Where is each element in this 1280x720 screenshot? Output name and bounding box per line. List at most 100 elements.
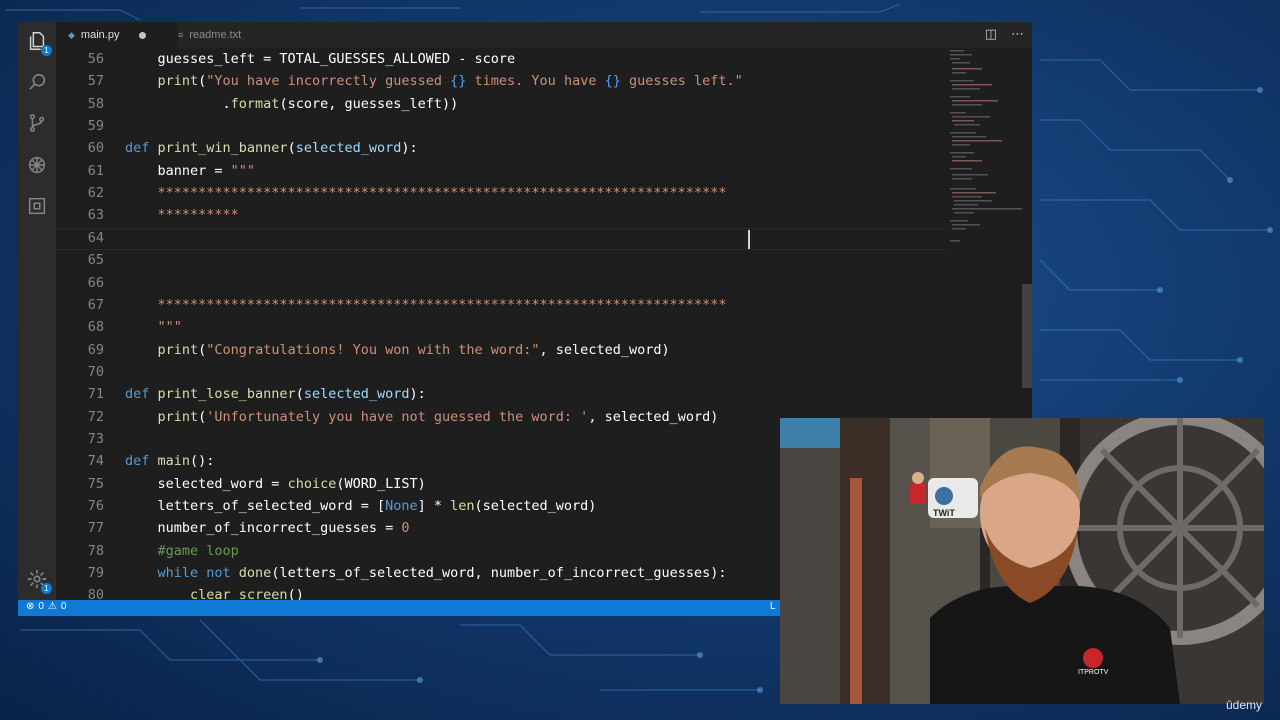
files-icon[interactable]: 1 (26, 30, 52, 56)
code-text: """ (125, 316, 182, 338)
code-token: ********** (125, 207, 239, 224)
code-line[interactable]: 62 *************************************… (56, 182, 946, 204)
line-number: 65 (87, 252, 104, 269)
code-token: print (157, 341, 199, 358)
code-text: def main(): (125, 450, 214, 472)
tab-readme-txt[interactable]: ≡ readme.txt (166, 22, 294, 48)
line-number: 72 (87, 408, 104, 425)
code-text: clear_screen() (125, 584, 304, 600)
code-text: print("Congratulations! You won with the… (125, 339, 670, 361)
status-right-text[interactable]: L (770, 601, 776, 612)
code-token: ****************************************… (125, 185, 727, 202)
code-token: choice (287, 475, 337, 492)
code-token: 0 (401, 520, 410, 537)
code-token: while not (157, 565, 239, 582)
extensions-icon[interactable] (26, 195, 48, 217)
code-line[interactable]: 66 (56, 272, 946, 294)
problems-indicator[interactable]: ⊗ 0 ⚠ 0 (26, 601, 66, 612)
line-number: 66 (87, 274, 104, 291)
line-number: 78 (87, 542, 104, 559)
code-token: {} (450, 73, 467, 90)
code-token: None (385, 498, 418, 514)
code-line[interactable]: 70 (56, 361, 946, 383)
code-line[interactable]: 59 (56, 115, 946, 137)
split-editor-icon[interactable]: ◫ (985, 27, 997, 42)
code-token: {} (604, 73, 621, 90)
more-actions-icon[interactable]: ⋯ (1011, 27, 1024, 42)
debug-icon[interactable] (26, 154, 48, 176)
webcam-scene: TWiT ITPROTV (780, 418, 1264, 704)
line-number: 80 (87, 587, 104, 600)
code-text: guesses_left = TOTAL_GUESSES_ALLOWED - s… (125, 48, 516, 70)
code-line[interactable]: 65 (56, 249, 946, 271)
code-line[interactable]: 58 .format(score, guesses_left)) (56, 93, 946, 115)
code-line[interactable]: 68 """ (56, 316, 946, 338)
code-token: "Congratulations! You won with the word:… (206, 341, 540, 358)
error-icon: ⊗ (26, 601, 35, 612)
code-token: ] * (417, 498, 451, 514)
source-control-icon[interactable] (26, 112, 48, 134)
code-line[interactable]: 60 def print_win_banner(selected_word): (56, 137, 946, 159)
code-text: #game loop (125, 540, 239, 562)
code-line[interactable]: 57 print("You have incorrectly guessed {… (56, 70, 946, 92)
code-token: guesses_left = TOTAL_GUESSES_ALLOWED - s… (125, 51, 516, 67)
code-line[interactable]: 67 *************************************… (56, 294, 946, 316)
code-token: , selected_word) (539, 341, 670, 358)
code-token: , selected_word) (588, 408, 719, 425)
code-line[interactable]: 56 guesses_left = TOTAL_GUESSES_ALLOWED … (56, 48, 946, 70)
code-text: ****************************************… (125, 182, 727, 204)
line-number: 67 (87, 296, 104, 313)
code-token: (letters_of_selected_word, number_of_inc… (271, 565, 727, 582)
code-token: print_lose_banner (157, 386, 296, 403)
code-text: print('Unfortunately you have not guesse… (125, 406, 719, 428)
gear-icon[interactable]: 1 (26, 568, 52, 594)
code-token: format (230, 95, 280, 112)
line-number: 76 (87, 498, 104, 514)
code-token: letters_of_selected_word = [ (125, 498, 386, 514)
line-number: 59 (87, 118, 104, 135)
line-number: 74 (87, 453, 104, 470)
text-file-icon: ≡ (178, 30, 184, 40)
code-text: def print_lose_banner(selected_word): (125, 383, 426, 405)
code-line[interactable]: 64 (56, 227, 946, 249)
code-line[interactable]: 61 banner = """ (56, 160, 946, 182)
tab-label: main.py (80, 29, 120, 41)
code-token: (selected_word) (474, 498, 597, 514)
editor-actions: ◫ ⋯ (985, 27, 1024, 42)
line-number: 73 (87, 430, 104, 447)
code-token: banner = (125, 162, 231, 179)
line-number: 68 (87, 319, 104, 336)
code-token: (): (190, 453, 215, 470)
gear-badge: 1 (41, 583, 52, 594)
code-token: #game loop (125, 542, 239, 559)
code-line[interactable]: 69 print("Congratulations! You won with … (56, 339, 946, 361)
code-token: print_win_banner (157, 140, 288, 157)
code-token: (WORD_LIST) (336, 475, 426, 492)
tab-bar: ◆ main.py ≡ readme.txt ◫ ⋯ (56, 22, 1032, 48)
tab-main-py[interactable]: ◆ main.py (56, 22, 178, 48)
code-text: ********** (125, 204, 239, 226)
line-number: 61 (87, 162, 104, 179)
code-line[interactable]: 63 ********** (56, 204, 946, 226)
code-token: ): (401, 140, 418, 157)
code-token: ( (295, 386, 304, 403)
code-token: """ (230, 162, 256, 179)
files-badge: 1 (41, 45, 52, 56)
line-number: 58 (87, 95, 104, 112)
code-token: ( (287, 140, 296, 157)
code-text: selected_word = choice(WORD_LIST) (125, 473, 426, 495)
code-token: number_of_incorrect_guesses = (125, 520, 402, 537)
vertical-scrollbar[interactable] (1022, 284, 1032, 388)
code-token: clear_screen (190, 587, 288, 600)
code-line[interactable]: 71 def print_lose_banner(selected_word): (56, 383, 946, 405)
search-icon[interactable] (26, 71, 48, 93)
unsaved-dot-icon[interactable] (139, 31, 147, 39)
code-token: def (125, 453, 158, 470)
code-text: .format(score, guesses_left)) (125, 93, 459, 115)
code-token: selected_word = (125, 475, 288, 492)
code-token: selected_word (303, 386, 410, 403)
